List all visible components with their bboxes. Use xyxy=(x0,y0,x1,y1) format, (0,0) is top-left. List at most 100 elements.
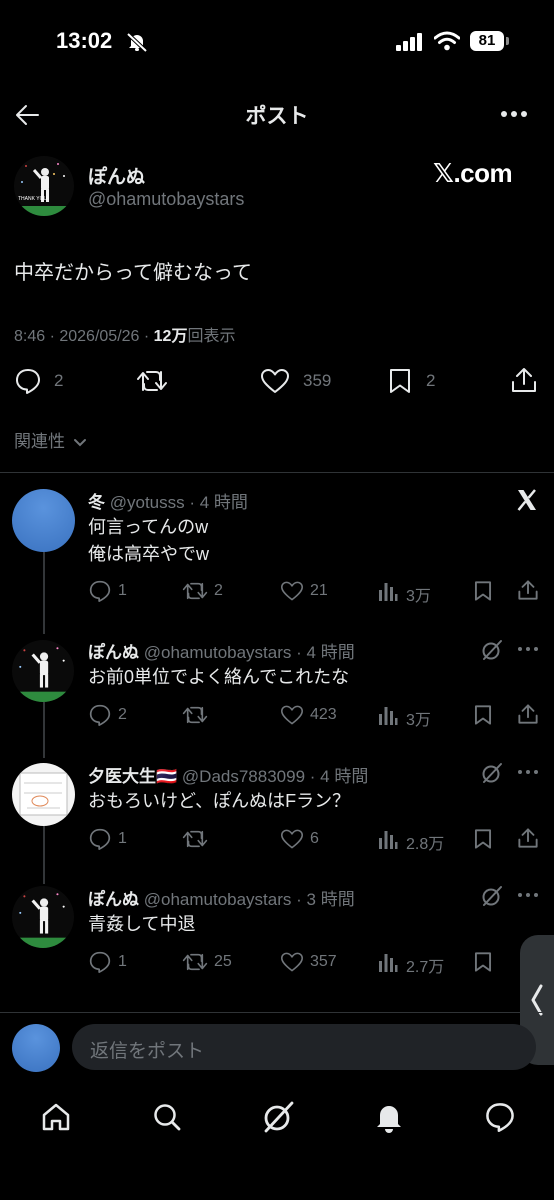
reply-author-name[interactable]: ぽんぬ xyxy=(88,890,139,909)
more-options-icon[interactable] xyxy=(500,110,528,118)
grok-icon[interactable] xyxy=(481,885,503,907)
reply-avatar[interactable] xyxy=(12,640,74,702)
reply-author-name[interactable]: 冬 xyxy=(88,493,105,512)
silent-bell-icon xyxy=(126,32,148,52)
view-count: 3万 xyxy=(406,588,431,605)
views-icon[interactable] xyxy=(378,580,398,602)
view-count: 2.8万 xyxy=(406,836,445,853)
repost-count: 25 xyxy=(214,953,232,970)
like-count: 6 xyxy=(310,830,319,847)
share-icon[interactable] xyxy=(510,366,538,394)
source-badge[interactable]: 𝕏.com xyxy=(433,158,513,189)
x-logo-icon xyxy=(517,489,536,511)
bookmark-count: 2 xyxy=(426,371,436,390)
like-icon[interactable] xyxy=(280,951,304,973)
reply-icon[interactable] xyxy=(88,580,112,602)
like-icon[interactable] xyxy=(280,828,304,850)
share-icon[interactable] xyxy=(517,827,539,849)
reply-count: 1 xyxy=(118,953,127,970)
repost-icon[interactable] xyxy=(182,828,208,850)
reply-text-line: 俺は高卒やでw xyxy=(88,544,209,564)
reply-time: · 4 時間 xyxy=(309,767,369,786)
search-icon[interactable] xyxy=(152,1102,182,1132)
author-handle[interactable]: @ohamutobaystars xyxy=(88,189,244,210)
reply-count: 2 xyxy=(118,706,127,723)
reply-header: 冬 @yotusss · 4 時間 xyxy=(88,488,248,513)
compose-divider xyxy=(0,1012,554,1013)
post-meta: 8:46 · 2026/05/26 · 12万回表示 xyxy=(14,322,235,346)
page-title: ポスト xyxy=(245,105,309,128)
user-avatar[interactable] xyxy=(12,1024,60,1072)
grok-icon[interactable] xyxy=(261,1100,295,1134)
post-timestamp: 8:46 · 2026/05/26 · xyxy=(14,328,154,345)
sort-selector[interactable]: 関連性 xyxy=(14,427,87,452)
reply-text-line: 青姦して中退 xyxy=(88,914,196,934)
repost-icon[interactable] xyxy=(182,580,208,602)
reply-icon[interactable] xyxy=(88,951,112,973)
status-bar: 13:02 81 xyxy=(0,0,554,80)
reply-author-name[interactable]: 夕医大生🇹🇭 xyxy=(88,767,177,786)
views-icon[interactable] xyxy=(378,951,398,973)
author-avatar[interactable]: THANK YOU xyxy=(14,156,74,216)
repost-icon[interactable] xyxy=(182,704,208,726)
author-name[interactable]: ぽんぬ xyxy=(88,162,145,189)
grok-icon[interactable] xyxy=(481,762,503,784)
reply-header: 夕医大生🇹🇭 @Dads7883099 · 4 時間 xyxy=(88,762,368,787)
cellular-signal-icon xyxy=(396,33,422,51)
like-icon[interactable] xyxy=(260,367,290,395)
reply-count: 1 xyxy=(118,582,127,599)
bookmark-icon[interactable] xyxy=(388,367,412,395)
battery-level: 81 xyxy=(470,31,504,51)
reply-avatar[interactable] xyxy=(12,886,74,948)
thread-line xyxy=(43,552,45,634)
repost-icon[interactable] xyxy=(182,951,208,973)
reply-author-handle[interactable]: @Dads7883099 xyxy=(182,767,305,786)
notifications-bell-icon[interactable] xyxy=(375,1102,403,1134)
like-count: 423 xyxy=(310,706,337,723)
bookmark-icon[interactable] xyxy=(473,951,493,973)
view-count: 3万 xyxy=(406,712,431,729)
reply-author-handle[interactable]: @yotusss xyxy=(110,493,185,512)
home-icon[interactable] xyxy=(40,1102,72,1132)
views-icon[interactable] xyxy=(378,704,398,726)
view-count: 12万 xyxy=(153,328,188,345)
share-icon[interactable] xyxy=(517,703,539,725)
like-icon[interactable] xyxy=(280,704,304,726)
messages-icon[interactable] xyxy=(484,1102,516,1132)
thread-line xyxy=(43,826,45,884)
reply-icon[interactable] xyxy=(88,704,112,726)
reply-text-line: 何言ってんのw xyxy=(88,517,209,537)
like-icon[interactable] xyxy=(280,580,304,602)
repost-count: 2 xyxy=(214,582,223,599)
reply-header: ぽんぬ @ohamutobaystars · 3 時間 xyxy=(88,885,355,910)
bottom-tab-bar xyxy=(0,1090,554,1200)
view-count: 2.7万 xyxy=(406,959,445,976)
reply-time: · 4 時間 xyxy=(296,643,355,662)
views-icon[interactable] xyxy=(378,828,398,850)
reply-author-handle[interactable]: @ohamutobaystars xyxy=(144,890,292,909)
reply-author-name[interactable]: ぽんぬ xyxy=(88,643,139,662)
reply-input-placeholder: 返信をポスト xyxy=(90,1041,205,1062)
reply-icon[interactable] xyxy=(14,367,42,395)
grok-icon[interactable] xyxy=(481,639,503,661)
reply-text-line: おもろいけど、ぽんぬはFラン？ xyxy=(88,791,351,811)
reply-icon[interactable] xyxy=(88,828,112,850)
avatar-caption: THANK YOU xyxy=(18,196,47,202)
more-options-icon[interactable] xyxy=(517,769,539,775)
reply-author-handle[interactable]: @ohamutobaystars xyxy=(144,643,292,662)
reply-text-line: お前0単位でよく絡んでこれたな xyxy=(88,667,350,687)
reply-time: · 4 時間 xyxy=(189,493,248,512)
more-options-icon[interactable] xyxy=(517,892,539,898)
chevron-down-icon xyxy=(73,438,86,446)
reply-avatar[interactable] xyxy=(12,763,75,826)
reply-header: ぽんぬ @ohamutobaystars · 4 時間 xyxy=(88,638,355,663)
more-options-icon[interactable] xyxy=(517,646,539,652)
share-icon[interactable] xyxy=(517,579,539,601)
bookmark-icon[interactable] xyxy=(473,580,493,602)
reply-avatar[interactable] xyxy=(12,489,75,552)
like-count: 21 xyxy=(310,582,328,599)
like-count: 359 xyxy=(303,371,332,390)
repost-icon[interactable] xyxy=(136,368,168,394)
bookmark-icon[interactable] xyxy=(473,828,493,850)
bookmark-icon[interactable] xyxy=(473,704,493,726)
